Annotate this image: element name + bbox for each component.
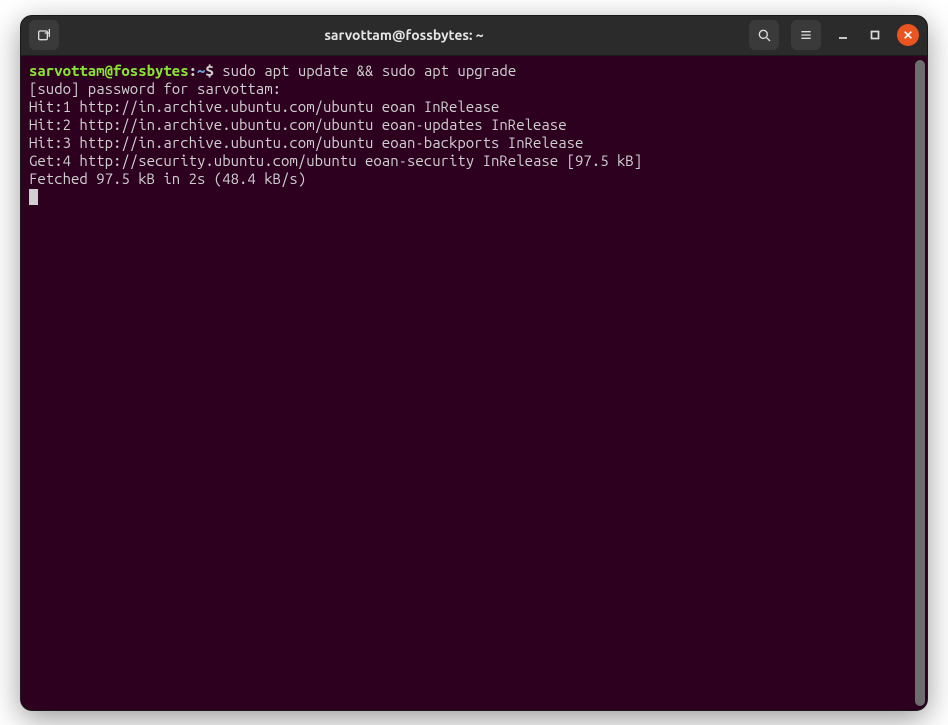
hamburger-icon bbox=[798, 27, 814, 43]
terminal-content: sarvottam@fossbytes:~$ sudo apt update &… bbox=[29, 62, 919, 206]
titlebar-left bbox=[29, 20, 59, 50]
terminal-window: sarvottam@fossbytes: ~ bbox=[20, 15, 928, 711]
window-title: sarvottam@fossbytes: ~ bbox=[65, 27, 743, 43]
command-text: sudo apt update && sudo apt upgrade bbox=[222, 62, 516, 79]
search-button[interactable] bbox=[749, 20, 779, 50]
output-line: Fetched 97.5 kB in 2s (48.4 kB/s) bbox=[29, 170, 306, 187]
maximize-button[interactable] bbox=[865, 25, 885, 45]
minimize-button[interactable] bbox=[833, 25, 853, 45]
maximize-icon bbox=[869, 29, 881, 41]
output-line: Hit:3 http://in.archive.ubuntu.com/ubunt… bbox=[29, 134, 583, 151]
new-tab-icon bbox=[36, 27, 52, 43]
menu-button[interactable] bbox=[791, 20, 821, 50]
prompt-sep2: $ bbox=[205, 62, 222, 79]
new-tab-button[interactable] bbox=[29, 20, 59, 50]
search-icon bbox=[756, 27, 772, 43]
minimize-icon bbox=[837, 29, 849, 41]
prompt-user-host: sarvottam@fossbytes bbox=[29, 62, 189, 79]
close-button[interactable] bbox=[897, 24, 919, 46]
terminal-body[interactable]: sarvottam@fossbytes:~$ sudo apt update &… bbox=[21, 56, 927, 710]
titlebar-right bbox=[749, 20, 919, 50]
output-line: Hit:2 http://in.archive.ubuntu.com/ubunt… bbox=[29, 116, 567, 133]
close-icon bbox=[903, 30, 913, 40]
titlebar: sarvottam@fossbytes: ~ bbox=[21, 16, 927, 56]
prompt-sep1: : bbox=[189, 62, 197, 79]
scrollbar-thumb[interactable] bbox=[915, 60, 925, 706]
output-line: Get:4 http://security.ubuntu.com/ubuntu … bbox=[29, 152, 642, 169]
output-line: Hit:1 http://in.archive.ubuntu.com/ubunt… bbox=[29, 98, 499, 115]
output-line: [sudo] password for sarvottam: bbox=[29, 80, 281, 97]
cursor bbox=[29, 189, 38, 205]
